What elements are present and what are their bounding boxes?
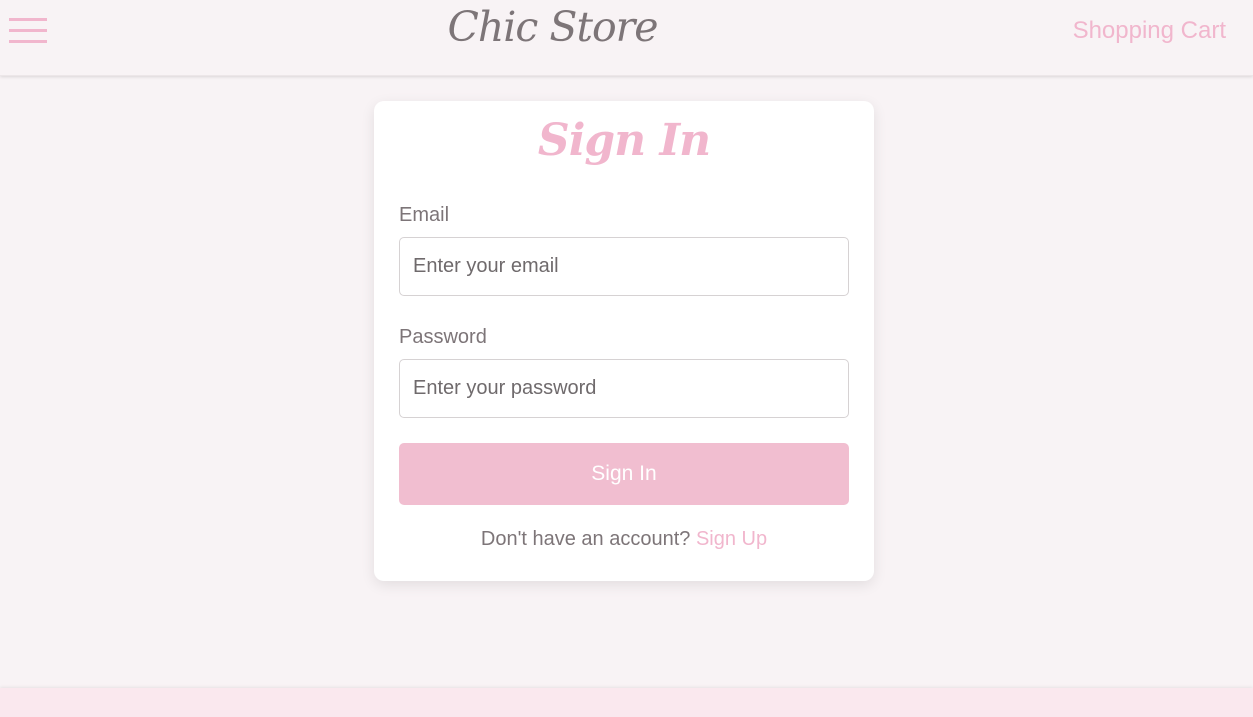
site-footer <box>0 688 1253 717</box>
email-input[interactable] <box>399 237 849 296</box>
signup-prompt-text: Don't have an account? <box>480 528 691 550</box>
password-input[interactable] <box>399 359 849 418</box>
signup-link[interactable]: Sign Up <box>696 528 767 550</box>
site-logo[interactable]: Chic Store <box>0 3 1105 51</box>
signin-button[interactable]: Sign In <box>399 443 849 505</box>
password-label: Password <box>399 326 487 348</box>
signin-title: Sign In <box>537 115 711 166</box>
shopping-cart-link[interactable]: Shopping Cart <box>1073 17 1226 45</box>
signin-card: Sign In Email Password Sign In Don't hav… <box>374 101 874 581</box>
email-label: Email <box>399 204 450 226</box>
signup-prompt-row: Don't have an account? Sign Up <box>374 528 874 551</box>
site-header: Chic Store Shopping Cart <box>0 0 1253 76</box>
